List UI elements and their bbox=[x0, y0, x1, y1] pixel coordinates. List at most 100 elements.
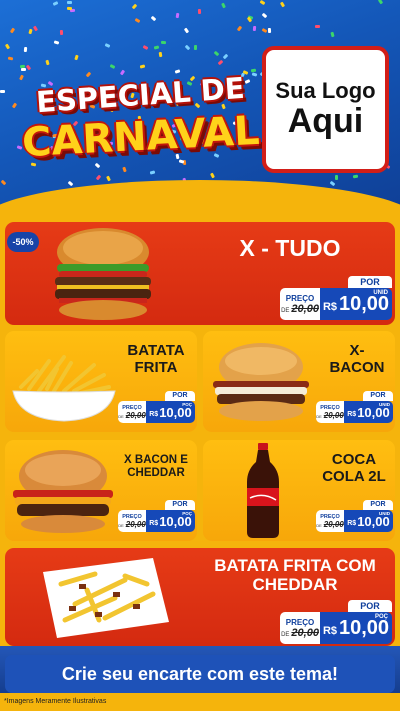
confetti-piece bbox=[74, 54, 79, 61]
confetti-piece bbox=[236, 25, 243, 31]
product-card-x-tudo[interactable]: X - TUDO POR PREÇO DE 20,00 R$ 10,00 UNID bbox=[5, 222, 395, 325]
confetti-piece bbox=[0, 90, 6, 94]
confetti-piece bbox=[352, 174, 359, 179]
product-card-batata-cheddar[interactable]: BATATA FRITA COM CHEDDAR POR PREÇO DE 20,… bbox=[5, 548, 395, 646]
confetti-piece bbox=[25, 64, 31, 71]
confetti-piece bbox=[184, 45, 191, 51]
confetti-piece bbox=[154, 45, 160, 50]
product-name-line-2: COLA 2L bbox=[322, 467, 386, 485]
confetti-piece bbox=[260, 0, 266, 6]
fries-bowl-icon bbox=[9, 349, 119, 425]
unit-label: POÇ bbox=[182, 402, 192, 407]
confetti-piece bbox=[161, 41, 167, 45]
price-tag: POR PREÇO DE 20,00 R$ 10,00 POÇ bbox=[280, 600, 392, 644]
fries-cheddar-icon bbox=[35, 554, 175, 642]
por-label: POR bbox=[165, 500, 195, 510]
old-price: 20,00 bbox=[125, 410, 146, 420]
old-price: 20,00 bbox=[323, 410, 344, 420]
price-tag: POR PREÇO DE 20,00 R$ 10,00 UNID bbox=[280, 276, 392, 320]
cheddar-burger-icon bbox=[7, 448, 119, 536]
confetti-piece bbox=[5, 43, 11, 50]
confetti-piece bbox=[183, 27, 190, 34]
product-card-batata-frita[interactable]: BATATA FRITA POR PREÇO DE 20,00 R$ 10,00 … bbox=[5, 331, 197, 432]
unit-label: POÇ bbox=[374, 614, 388, 620]
currency-label: R$ bbox=[149, 410, 159, 418]
logo-line-1: Sua Logo bbox=[275, 77, 376, 103]
confetti-piece bbox=[66, 0, 72, 4]
confetti-piece bbox=[314, 25, 320, 29]
product-name: X BACON E CHEDDAR bbox=[117, 454, 195, 480]
unit-label: UNID bbox=[379, 402, 390, 407]
confetti-piece bbox=[217, 59, 224, 66]
confetti-piece bbox=[197, 8, 201, 14]
product-card-x-bacon-cheddar[interactable]: X BACON E CHEDDAR POR PREÇO DE 20,00 R$ 1… bbox=[5, 440, 197, 541]
confetti-piece bbox=[134, 18, 141, 24]
logo-line-2: Aqui bbox=[287, 101, 364, 140]
confetti-piece bbox=[213, 50, 220, 56]
preco-label: PREÇO bbox=[285, 293, 315, 303]
confetti-piece bbox=[223, 53, 229, 59]
bacon-burger-icon bbox=[205, 341, 317, 425]
product-name-line-1: X BACON E bbox=[124, 454, 188, 466]
header-wave bbox=[0, 180, 400, 215]
confetti-piece bbox=[158, 51, 163, 57]
confetti-piece bbox=[330, 31, 336, 38]
logo-placeholder[interactable]: Sua Logo Aqui bbox=[262, 46, 389, 173]
unit-label: POÇ bbox=[182, 511, 192, 516]
confetti-piece bbox=[52, 1, 59, 7]
confetti-piece bbox=[67, 6, 73, 11]
burger-deluxe-icon bbox=[43, 224, 163, 324]
confetti-piece bbox=[335, 175, 339, 181]
por-label: POR bbox=[348, 276, 392, 288]
product-card-x-bacon[interactable]: X- BACON POR PREÇO DE 20,00 R$ 10,00 UNID bbox=[203, 331, 395, 432]
old-price: 20,00 bbox=[323, 519, 344, 529]
confetti-piece bbox=[53, 40, 60, 46]
confetti-piece bbox=[268, 28, 272, 34]
carnival-title: ESPECIAL DE CARNAVAL bbox=[14, 71, 261, 179]
confetti-piece bbox=[280, 1, 286, 8]
confetti-piece bbox=[139, 64, 146, 69]
product-name: BATATA FRITA COM CHEDDAR bbox=[205, 556, 385, 594]
por-label: POR bbox=[363, 500, 393, 510]
confetti-piece bbox=[45, 59, 50, 66]
product-name: BATATA FRITA bbox=[117, 342, 195, 377]
old-price: 20,00 bbox=[291, 302, 319, 315]
discount-badge: -50% bbox=[7, 232, 39, 252]
confetti-piece bbox=[250, 68, 257, 72]
product-name-line-2: CHEDDAR bbox=[127, 466, 185, 479]
de-label: DE bbox=[281, 631, 290, 638]
currency-label: R$ bbox=[322, 625, 337, 637]
product-name-line-2: BACON bbox=[329, 358, 385, 376]
confetti-piece bbox=[20, 68, 26, 72]
price-tag: POR PREÇO DE 20,00 R$ 10,00 UNID bbox=[316, 391, 393, 423]
cola-bottle-icon bbox=[243, 442, 283, 540]
product-name: X- BACON bbox=[323, 342, 391, 377]
de-label: DE bbox=[316, 413, 322, 419]
confetti-piece bbox=[175, 12, 180, 19]
confetti-piece bbox=[7, 56, 13, 61]
confetti-piece bbox=[261, 27, 268, 33]
unit-label: UNID bbox=[379, 511, 390, 516]
confetti-piece bbox=[193, 45, 197, 51]
currency-label: R$ bbox=[347, 410, 357, 418]
price-tag: POR PREÇO DE 20,00 R$ 10,00 UNID bbox=[316, 500, 393, 532]
confetti-piece bbox=[59, 29, 64, 36]
old-price: 20,00 bbox=[125, 519, 146, 529]
price-tag: POR PREÇO DE 20,00 R$ 10,00 POÇ bbox=[118, 500, 195, 532]
product-card-coca-cola[interactable]: COCA COLA 2L POR PREÇO DE 20,00 R$ 10,00 … bbox=[203, 440, 395, 541]
confetti-piece bbox=[142, 45, 149, 51]
cta-banner[interactable]: Crie seu encarte com este tema! bbox=[5, 655, 395, 693]
product-name: X - TUDO bbox=[239, 235, 341, 261]
unit-label: UNID bbox=[373, 290, 388, 296]
confetti-piece bbox=[28, 28, 33, 35]
confetti-piece bbox=[174, 69, 181, 74]
confetti-piece bbox=[150, 15, 157, 22]
product-name-line-2: FRITA bbox=[134, 358, 178, 376]
confetti-piece bbox=[9, 27, 15, 33]
confetti-piece bbox=[67, 181, 74, 187]
confetti-piece bbox=[23, 46, 27, 52]
confetti-piece bbox=[131, 3, 137, 10]
de-label: DE bbox=[316, 522, 322, 528]
por-label: POR bbox=[348, 600, 392, 612]
confetti-piece bbox=[261, 12, 268, 19]
